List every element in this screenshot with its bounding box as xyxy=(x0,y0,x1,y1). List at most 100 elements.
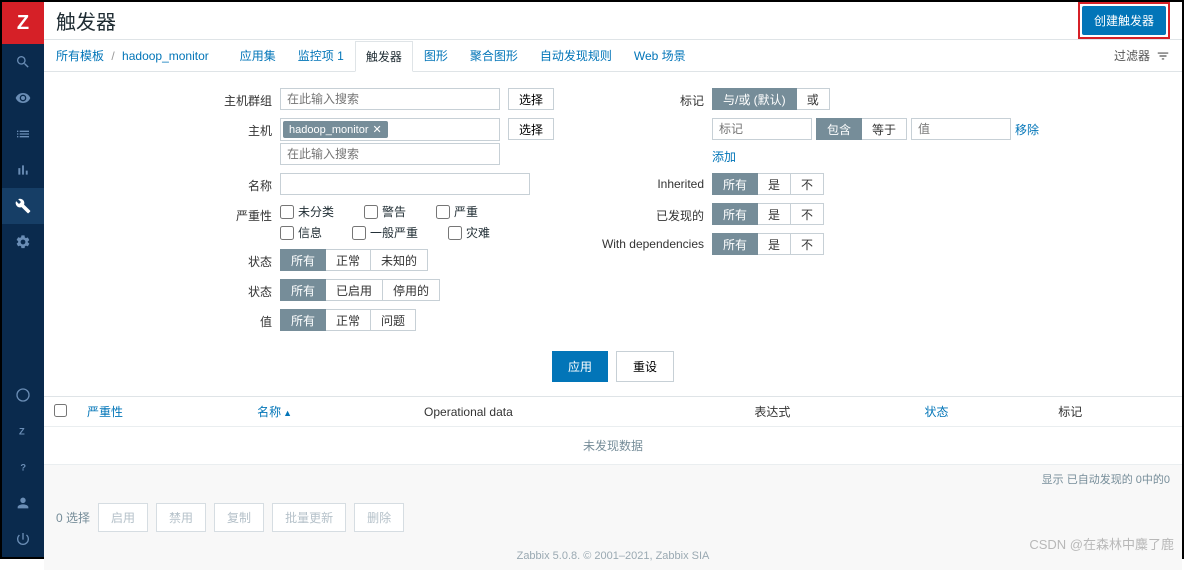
deps-all[interactable]: 所有 xyxy=(712,233,758,255)
hostgroup-select-button[interactable]: 选择 xyxy=(508,88,554,110)
tag-andor[interactable]: 与/或 (默认) xyxy=(712,88,797,110)
host-multiselect[interactable]: hadoop_monitor ✕ xyxy=(280,118,500,141)
tag-name-input[interactable] xyxy=(712,118,812,140)
sort-asc-icon: ▲ xyxy=(283,408,292,418)
state-all[interactable]: 所有 xyxy=(280,279,326,301)
breadcrumb-template[interactable]: hadoop_monitor xyxy=(122,49,209,63)
power-icon[interactable] xyxy=(2,521,44,557)
sev-average[interactable]: 严重 xyxy=(436,203,478,220)
help-icon[interactable]: ? xyxy=(2,449,44,485)
col-expression: 表达式 xyxy=(744,397,914,427)
wrench-icon[interactable] xyxy=(2,188,44,224)
list-icon[interactable] xyxy=(2,116,44,152)
svg-text:Z: Z xyxy=(19,426,25,436)
col-status[interactable]: 状态 xyxy=(915,397,1049,427)
sev-disaster[interactable]: 灾难 xyxy=(448,224,490,241)
name-label: 名称 xyxy=(214,173,272,194)
main-content: 触发器 创建触发器 所有模板 / hadoop_monitor 应用集 监控项 … xyxy=(44,2,1182,557)
inherited-no[interactable]: 不 xyxy=(791,173,824,195)
filter-panel: 主机群组 选择 主机 hadoop_monitor ✕ xyxy=(44,72,1182,343)
tag-equals[interactable]: 等于 xyxy=(862,118,907,140)
sev-warning[interactable]: 警告 xyxy=(364,203,406,220)
bulk-disable-button: 禁用 xyxy=(156,503,206,532)
logo[interactable]: Z xyxy=(2,2,44,44)
sev-info[interactable]: 信息 xyxy=(280,224,322,241)
inherited-label: Inherited xyxy=(594,173,704,191)
host-select-button[interactable]: 选择 xyxy=(508,118,554,140)
tab-screens[interactable]: 聚合图形 xyxy=(459,40,529,71)
tabs-row: 所有模板 / hadoop_monitor 应用集 监控项 1 触发器 图形 聚… xyxy=(44,40,1182,72)
col-severity[interactable]: 严重性 xyxy=(77,397,247,427)
tab-graphs[interactable]: 图形 xyxy=(413,40,459,71)
bulk-delete-button: 删除 xyxy=(354,503,404,532)
discovered-all[interactable]: 所有 xyxy=(712,203,758,225)
status1-label: 状态 xyxy=(214,249,272,270)
gear-icon[interactable] xyxy=(2,224,44,260)
bulk-actions: 0 选择 启用 禁用 复制 批量更新 删除 xyxy=(44,493,1182,542)
z-icon[interactable]: Z xyxy=(2,413,44,449)
sev-notclassified[interactable]: 未分类 xyxy=(280,203,334,220)
search-icon[interactable] xyxy=(2,44,44,80)
state-group: 所有 已启用 停用的 xyxy=(280,279,440,301)
deps-no[interactable]: 不 xyxy=(791,233,824,255)
host-input[interactable] xyxy=(280,143,500,165)
hostgroup-label: 主机群组 xyxy=(214,88,272,109)
col-tags: 标记 xyxy=(1048,397,1182,427)
host-chip: hadoop_monitor ✕ xyxy=(283,121,388,138)
selected-count: 0 选择 xyxy=(56,509,90,526)
chart-icon[interactable] xyxy=(2,152,44,188)
tag-or[interactable]: 或 xyxy=(797,88,830,110)
tab-applications[interactable]: 应用集 xyxy=(229,40,287,71)
tag-value-input[interactable] xyxy=(911,118,1011,140)
deps-label: With dependencies xyxy=(594,233,704,251)
deps-yes[interactable]: 是 xyxy=(758,233,791,255)
inherited-yes[interactable]: 是 xyxy=(758,173,791,195)
value-all[interactable]: 所有 xyxy=(280,309,326,331)
severity-label: 严重性 xyxy=(214,203,272,224)
filter-toggle-label: 过滤器 xyxy=(1114,47,1150,64)
status-all[interactable]: 所有 xyxy=(280,249,326,271)
col-name[interactable]: 名称▲ xyxy=(247,397,414,427)
select-all-checkbox[interactable] xyxy=(54,404,67,417)
bulk-massupdate-button: 批量更新 xyxy=(272,503,346,532)
inherited-all[interactable]: 所有 xyxy=(712,173,758,195)
create-trigger-button[interactable]: 创建触发器 xyxy=(1082,6,1166,35)
sev-high[interactable]: 一般严重 xyxy=(352,224,418,241)
breadcrumb: 所有模板 / hadoop_monitor xyxy=(56,47,209,64)
host-chip-remove-icon[interactable]: ✕ xyxy=(373,123,382,136)
state-enabled[interactable]: 已启用 xyxy=(326,279,383,301)
value-ok[interactable]: 正常 xyxy=(326,309,371,331)
page-title: 触发器 xyxy=(56,6,116,35)
tab-web[interactable]: Web 场景 xyxy=(623,40,697,71)
status-ok[interactable]: 正常 xyxy=(326,249,371,271)
filter-icon xyxy=(1156,49,1170,63)
bulk-enable-button: 启用 xyxy=(98,503,148,532)
no-data-text: 未发现数据 xyxy=(44,427,1182,465)
discovered-label: 已发现的 xyxy=(594,203,704,224)
tag-remove-link[interactable]: 移除 xyxy=(1015,121,1039,138)
table-summary: 显示 已自动发现的 0中的0 xyxy=(44,465,1182,493)
tag-eval-group: 与/或 (默认) 或 xyxy=(712,88,830,110)
filter-toggle[interactable]: 过滤器 xyxy=(1114,47,1170,64)
reset-button[interactable]: 重设 xyxy=(616,351,674,382)
apply-button[interactable]: 应用 xyxy=(552,351,608,382)
tag-add-link[interactable]: 添加 xyxy=(712,148,1039,165)
discovered-no[interactable]: 不 xyxy=(791,203,824,225)
discovered-yes[interactable]: 是 xyxy=(758,203,791,225)
hostgroup-input[interactable] xyxy=(280,88,500,110)
status-unknown[interactable]: 未知的 xyxy=(371,249,428,271)
col-opdata: Operational data xyxy=(414,397,744,427)
name-input[interactable] xyxy=(280,173,530,195)
host-label: 主机 xyxy=(214,118,272,139)
breadcrumb-templates[interactable]: 所有模板 xyxy=(56,49,104,63)
eye-icon[interactable] xyxy=(2,80,44,116)
tag-contains[interactable]: 包含 xyxy=(816,118,862,140)
value-problem[interactable]: 问题 xyxy=(371,309,416,331)
support-icon[interactable] xyxy=(2,377,44,413)
user-icon[interactable] xyxy=(2,485,44,521)
tab-discovery[interactable]: 自动发现规则 xyxy=(529,40,623,71)
tab-triggers[interactable]: 触发器 xyxy=(355,41,413,72)
tab-items[interactable]: 监控项 1 xyxy=(287,40,355,71)
state-disabled[interactable]: 停用的 xyxy=(383,279,440,301)
page-header: 触发器 创建触发器 xyxy=(44,2,1182,40)
